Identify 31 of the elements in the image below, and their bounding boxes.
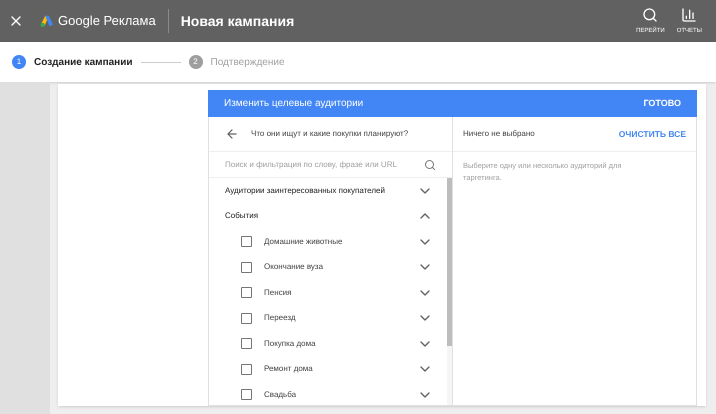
- audience-label[interactable]: Ремонт дома: [264, 363, 417, 376]
- clear-all-button[interactable]: ОЧИСТИТЬ ВСЕ: [618, 128, 686, 140]
- checkbox[interactable]: [241, 364, 252, 375]
- checkbox[interactable]: [241, 389, 252, 400]
- step-label[interactable]: Создание кампании: [34, 54, 133, 70]
- audience-label[interactable]: Домашние животные: [264, 236, 417, 248]
- scrollbar-thumb[interactable]: [447, 178, 452, 346]
- audience-label[interactable]: Пенсия: [264, 286, 417, 299]
- checkbox[interactable]: [241, 287, 252, 298]
- dialog-title: Изменить целевые аудитории: [224, 97, 364, 111]
- checkbox[interactable]: [241, 262, 252, 273]
- search-icon[interactable]: [642, 6, 658, 22]
- checkbox[interactable]: [241, 312, 252, 324]
- search-field[interactable]: Поиск и фильтрация по слову, фразе или URL: [225, 158, 424, 170]
- product-name: Google Реклама: [58, 12, 156, 30]
- selection-status: Ничего не выбрано: [463, 128, 535, 140]
- checkbox[interactable]: [241, 338, 252, 350]
- audience-label[interactable]: Покупка дома: [264, 338, 417, 350]
- page-title: Новая кампания: [180, 12, 294, 30]
- search-icon[interactable]: [424, 158, 436, 170]
- bar-chart-icon[interactable]: [681, 6, 698, 22]
- logo-icon: [40, 14, 54, 28]
- category-label[interactable]: События: [225, 210, 258, 222]
- done-button[interactable]: ГОТОВО: [643, 96, 681, 110]
- step-number[interactable]: 1: [12, 55, 26, 69]
- audience-label[interactable]: Окончание вуза: [264, 261, 417, 274]
- browse-heading: Что они ищут и какие покупки планируют?: [251, 128, 408, 140]
- audience-label[interactable]: Переезд: [264, 312, 417, 324]
- category-label[interactable]: Аудитории заинтересованных покупателей: [225, 184, 385, 197]
- checkbox[interactable]: [241, 236, 252, 248]
- audience-label[interactable]: Свадьба: [264, 388, 417, 401]
